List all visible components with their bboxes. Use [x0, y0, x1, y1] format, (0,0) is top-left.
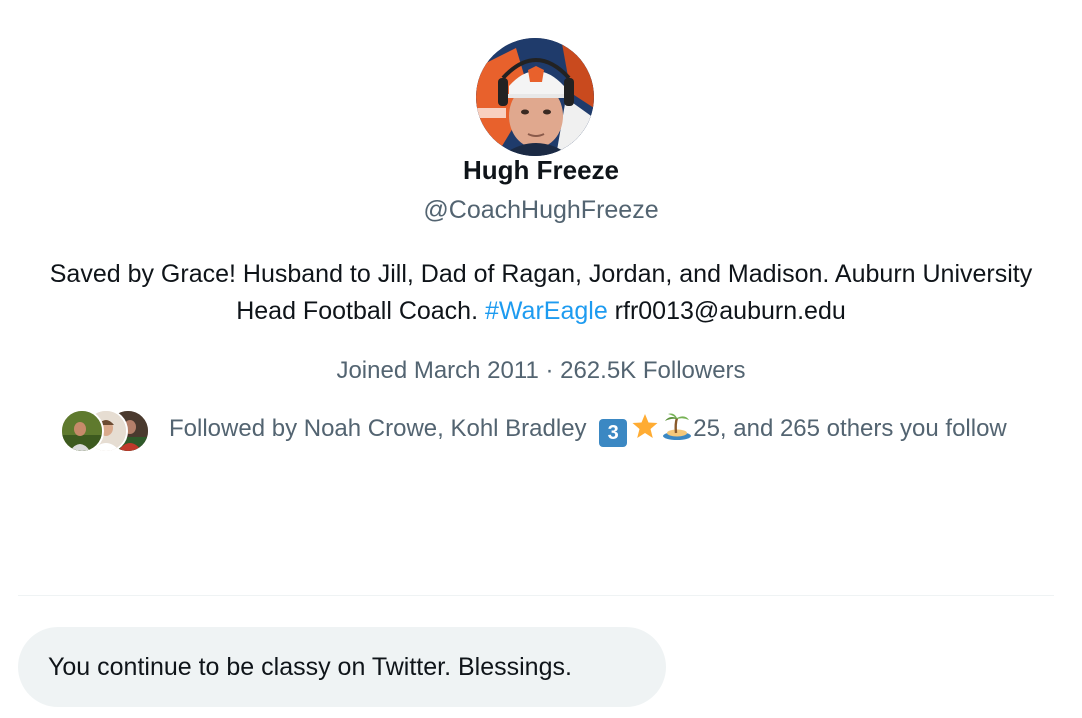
profile-name[interactable]: Hugh Freeze [0, 153, 1082, 187]
section-divider [18, 595, 1054, 596]
followed-by-row[interactable]: Followed by Noah Crowe, Kohl Bradley 3 25… [60, 406, 1050, 453]
followed-by-names: Followed by Noah Crowe, Kohl Bradley [169, 414, 594, 442]
bio-email: rfr0013@auburn.edu [607, 297, 846, 325]
follower-avatars [60, 407, 150, 453]
profile-bio: Saved by Grace! Husband to Jill, Dad of … [40, 256, 1042, 330]
followed-by-text: Followed by Noah Crowe, Kohl Bradley 3 25… [169, 412, 1007, 447]
follower-avatar-1-icon [60, 409, 104, 453]
profile-avatar[interactable] [476, 38, 594, 156]
star-icon [632, 413, 658, 438]
reply-message-bubble[interactable]: You continue to be classy on Twitter. Bl… [18, 627, 666, 707]
reply-message-text: You continue to be classy on Twitter. Bl… [48, 653, 572, 681]
followed-by-count: 25, and 265 others you follow [693, 414, 1007, 442]
bio-hashtag-link[interactable]: #WarEagle [485, 297, 608, 325]
profile-meta: Joined March 2011 · 262.5K Followers [336, 357, 746, 384]
island-icon [663, 413, 692, 440]
profile-photo-icon [476, 38, 594, 156]
keycap-three-icon: 3 [599, 418, 628, 447]
profile-handle[interactable]: @CoachHughFreeze [0, 193, 1082, 227]
